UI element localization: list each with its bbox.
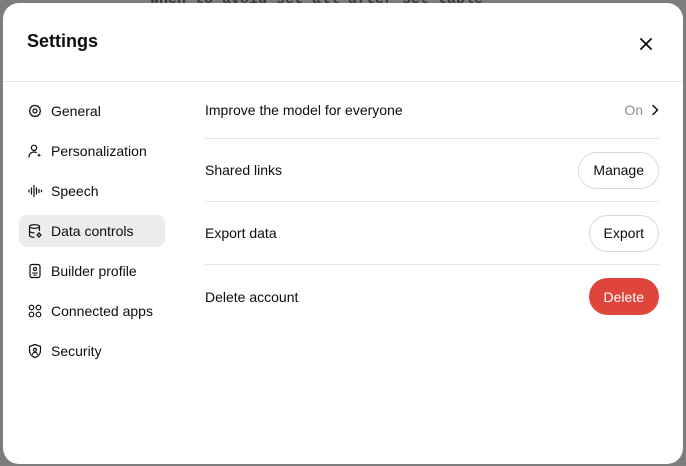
sidebar-item-label: Security [51, 343, 102, 359]
gear-icon [27, 103, 43, 119]
sidebar-item-personalization[interactable]: Personalization [19, 135, 165, 167]
improve-model-row: Improve the model for everyone On [205, 82, 659, 139]
sidebar-item-speech[interactable]: Speech [19, 175, 165, 207]
manage-button[interactable]: Manage [578, 151, 659, 189]
sidebar-item-label: Speech [51, 183, 99, 199]
sidebar-item-security[interactable]: Security [19, 335, 165, 367]
export-data-row: Export data Export [205, 202, 659, 265]
sidebar-item-label: Personalization [51, 143, 147, 159]
improve-model-value: On [624, 102, 643, 118]
modal-header: Settings [3, 3, 683, 82]
delete-account-row: Delete account Delete [205, 265, 659, 328]
close-icon [640, 38, 652, 50]
close-button[interactable] [631, 29, 661, 59]
sidebar-item-builder-profile[interactable]: Builder profile [19, 255, 165, 287]
delete-account-label: Delete account [205, 288, 299, 305]
database-icon [27, 223, 43, 239]
shield-icon [27, 343, 43, 359]
improve-model-toggle[interactable]: On [624, 102, 659, 118]
id-card-icon [27, 263, 43, 279]
sidebar-item-connected-apps[interactable]: Connected apps [19, 295, 165, 327]
sidebar-item-label: Data controls [51, 223, 134, 239]
delete-button[interactable]: Delete [588, 278, 659, 315]
settings-sidebar: General Personalization Speech Data cont… [19, 95, 165, 375]
settings-modal: Settings General Personalization Speech [3, 3, 683, 464]
shared-links-row: Shared links Manage [205, 139, 659, 202]
modal-title: Settings [27, 31, 99, 51]
sidebar-item-label: Connected apps [51, 303, 153, 319]
export-button[interactable]: Export [588, 214, 659, 252]
improve-model-label: Improve the model for everyone [205, 102, 403, 118]
export-data-label: Export data [205, 225, 277, 241]
sidebar-item-label: Builder profile [51, 263, 137, 279]
chevron-right-icon [652, 104, 659, 116]
sidebar-item-data-controls[interactable]: Data controls [19, 215, 165, 247]
sidebar-item-general[interactable]: General [19, 95, 165, 127]
sidebar-item-label: General [51, 103, 101, 119]
person-sparkle-icon [27, 143, 43, 159]
waveform-icon [27, 183, 43, 199]
shared-links-label: Shared links [205, 162, 283, 178]
apps-grid-icon [27, 303, 43, 319]
data-controls-panel: Improve the model for everyone On Shared… [205, 82, 659, 328]
